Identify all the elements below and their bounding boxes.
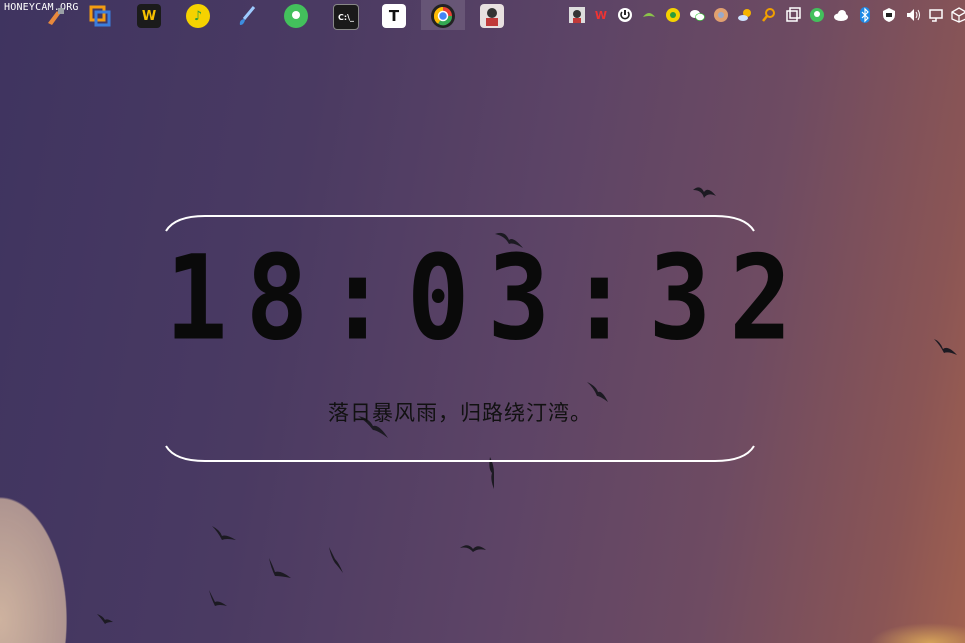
bird-icon [212, 526, 236, 540]
poem-text: 落日暴风雨，归路绕汀湾。 [328, 401, 592, 425]
tray-network-icon[interactable] [929, 7, 945, 23]
bird-icon [329, 547, 343, 573]
tray-cloud-icon[interactable] [833, 7, 849, 23]
tray-green-app-icon[interactable] [809, 7, 825, 23]
tray-wps-icon[interactable]: W [593, 7, 609, 23]
bird-icon [209, 590, 227, 606]
tray-shield-icon[interactable] [881, 7, 897, 23]
tray-window-icon[interactable] [785, 7, 801, 23]
paint-brush-icon[interactable] [235, 4, 259, 28]
terminal-icon[interactable]: C:\_ [333, 4, 359, 30]
tray-volume-icon[interactable] [905, 7, 921, 23]
tray-disk-icon[interactable] [713, 7, 729, 23]
avatar-app-icon[interactable] [480, 4, 504, 28]
green-app-icon[interactable] [284, 4, 308, 28]
tray-bluetooth-icon[interactable] [857, 7, 873, 23]
taskbar: HONEYCAM.ORG W ♪ C:\_ T W [0, 0, 965, 32]
clock-widget: 18:03:32 落日暴风雨，归路绕汀湾。 [165, 215, 810, 462]
chrome-icon[interactable] [431, 4, 455, 28]
bird-icon [460, 545, 486, 552]
tray-power-icon[interactable] [617, 7, 633, 23]
tray-box-icon[interactable] [951, 7, 965, 23]
bird-icon [269, 558, 291, 578]
tray-avatar-icon[interactable] [569, 7, 585, 23]
tray-bird-icon[interactable] [641, 7, 657, 23]
typora-icon[interactable]: T [382, 4, 406, 28]
tray-weather-icon[interactable] [737, 7, 753, 23]
tool-app-icon[interactable] [44, 4, 68, 28]
tray-wechat-icon[interactable] [689, 7, 705, 23]
tray-search-icon[interactable] [761, 7, 777, 23]
digital-time: 18:03:32 [165, 229, 810, 367]
qq-music-icon[interactable]: ♪ [186, 4, 210, 28]
wps-icon[interactable]: W [137, 4, 161, 28]
vmware-icon[interactable] [88, 4, 112, 28]
bird-icon [934, 339, 957, 355]
bird-icon [693, 187, 716, 198]
tray-music-icon[interactable] [665, 7, 681, 23]
bird-icon [97, 614, 113, 624]
